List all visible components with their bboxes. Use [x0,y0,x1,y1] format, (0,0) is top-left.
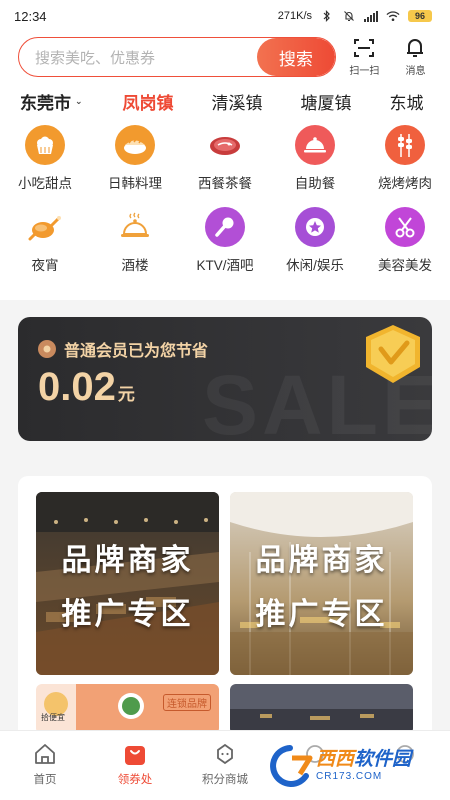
category-label: KTV/酒吧 [196,258,254,273]
category-label: 夜宵 [31,258,59,273]
category-label: 日韩料理 [108,176,162,191]
points-mall-icon [213,741,237,767]
category-leisure[interactable]: 休闲/娱乐 [270,202,360,284]
category-western-tea[interactable]: 西餐茶餐 [180,120,270,202]
category-grid: 小吃甜点 日韩料理 西餐茶餐 自助餐 烧烤烤肉 夜宵 酒楼 KTV/酒吧 休闲/… [0,120,450,284]
skewer-icon [385,125,425,165]
message-button[interactable]: 消息 [393,37,438,77]
promo-tile-left[interactable]: 品牌商家 推广专区 [36,492,219,675]
chain-brand-tag: 连锁品牌 [163,694,211,711]
member-savings-card[interactable]: SALE 普通会员已为您节省 0.02 元 [18,317,432,441]
nav-points-mall[interactable]: 积分商城 [180,731,270,800]
mall-exterior-image [230,684,413,730]
cake-icon [25,125,65,165]
category-late-night[interactable]: 夜宵 [0,202,90,284]
promo-tile-right[interactable]: 品牌商家 推广专区 [230,492,413,675]
tab-qingxi[interactable]: 清溪镇 [212,89,263,114]
category-label: 休闲/娱乐 [286,258,344,273]
scan-icon [353,37,375,59]
tab-tangxia[interactable]: 塘厦镇 [301,89,352,114]
tab-dongcheng[interactable]: 东城 [390,89,424,114]
network-speed: 271K/s [277,10,312,22]
promo-line2: 推广专区 [61,597,194,631]
promo-line1: 品牌商家 [255,543,388,577]
scissors-icon [385,207,425,247]
microphone-icon [205,207,245,247]
category-label: 酒楼 [121,258,149,273]
watermark-title-a: 西西 [316,749,355,770]
tab-fenggang[interactable]: 凤岗镇 [123,89,174,114]
search-input[interactable]: 搜索美吃、优惠券 搜索 [18,37,336,77]
member-savings-title: 普通会员已为您节省 [38,337,208,361]
site-watermark: 西西软件园 CR173.COM [266,742,436,790]
watermark-title-b: 软件园 [354,749,412,770]
nav-coupons[interactable]: 领券处 [90,731,180,800]
member-savings-text: 普通会员已为您节省 [64,343,209,360]
battery-indicator: 96 [408,10,432,22]
nav-label: 领券处 [117,774,153,786]
scan-button[interactable]: 扫一扫 [342,37,387,77]
brand-promo-panel: 品牌商家 推广专区 品牌商家 推广专区 拾便宜 连锁品牌 [18,476,432,730]
search-button[interactable]: 搜索 [256,38,335,76]
medal-icon [38,340,56,358]
watermark-domain: CR173.COM [316,771,383,782]
scan-label: 扫一扫 [349,66,380,77]
savings-unit: 元 [117,385,135,404]
gold-coin-badge-icon [366,325,420,383]
promo-tile-label: 品牌商家 推广专区 [230,492,413,675]
category-restaurant[interactable]: 酒楼 [90,202,180,284]
sushi-icon [115,125,155,165]
brand-name-text: 拾便宜 [41,713,65,722]
category-buffet[interactable]: 自助餐 [270,120,360,202]
signal-icon [364,10,378,22]
header: 搜索美吃、优惠券 搜索 扫一扫 消息 [0,32,450,82]
promo-tile-brand-partial[interactable]: 拾便宜 连锁品牌 [36,684,219,730]
nav-home[interactable]: 首页 [0,731,90,800]
promo-line2: 推广专区 [255,597,388,631]
category-section: 小吃甜点 日韩料理 西餐茶餐 自助餐 烧烤烤肉 夜宵 酒楼 KTV/酒吧 休闲/… [0,120,450,300]
category-japanese-korean[interactable]: 日韩料理 [90,120,180,202]
category-label: 自助餐 [294,176,336,191]
star-icon [295,207,335,247]
category-label: 小吃甜点 [18,176,72,191]
roast-chicken-icon [25,207,65,247]
category-ktv-bar[interactable]: KTV/酒吧 [180,202,270,284]
watermark-text: 西西软件园 CR173.COM [316,749,411,783]
nav-label: 首页 [33,774,57,786]
mute-bell-icon [342,10,356,22]
bluetooth-icon [320,10,334,22]
savings-value: 0.02 [38,365,116,409]
wifi-icon [386,10,400,22]
bell-icon [405,37,425,59]
watermark-title: 西西软件园 [316,749,411,771]
chevron-down-icon: ⌄ [75,95,83,106]
nav-label: 积分商城 [202,774,248,786]
promo-line1: 品牌商家 [61,543,194,577]
savings-amount: 0.02 元 [38,365,135,410]
category-snacks-desserts[interactable]: 小吃甜点 [0,120,90,202]
cloche-icon [295,125,335,165]
city-selector[interactable]: 东莞市 ⌄ [20,89,83,114]
shopping-bag-icon [122,741,148,767]
message-label: 消息 [405,66,426,77]
category-label: 西餐茶餐 [198,176,252,191]
status-indicators: 271K/s 96 [278,10,432,22]
category-label: 美容美发 [378,258,432,273]
category-beauty-salon[interactable]: 美容美发 [360,202,450,284]
serving-dish-icon [115,207,155,247]
home-icon [33,741,57,767]
promo-tile-mall-partial[interactable] [230,684,413,730]
location-tabs: 东莞市 ⌄ 凤岗镇 清溪镇 塘厦镇 东城 [0,82,450,120]
promo-tile-label: 品牌商家 推广专区 [36,492,219,675]
category-bbq[interactable]: 烧烤烤肉 [360,120,450,202]
cr-logo-icon [270,745,313,787]
status-time: 12:34 [14,8,47,24]
status-bar: 12:34 271K/s 96 [0,0,450,32]
category-label: 烧烤烤肉 [378,176,432,191]
steak-icon [205,125,245,165]
city-label: 东莞市 [20,93,71,113]
